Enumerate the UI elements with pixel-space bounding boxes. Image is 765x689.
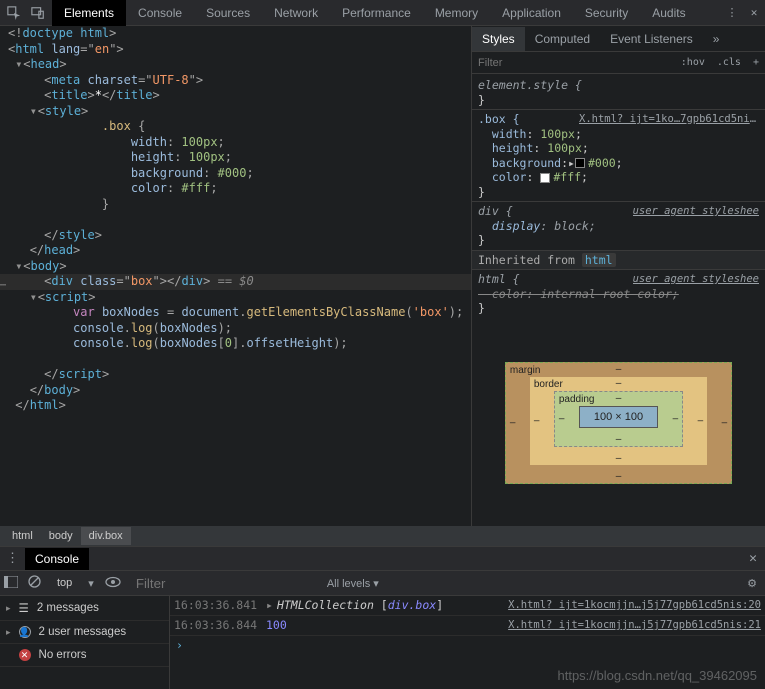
- tab-elements[interactable]: Elements: [52, 0, 126, 26]
- console-drawer-header: ⋮ Console ✕: [0, 546, 765, 570]
- drawer-tab-console[interactable]: Console: [25, 548, 89, 570]
- console-output[interactable]: 16:03:36.841 ▸HTMLCollection [div.box] X…: [170, 596, 765, 689]
- element-style-label: element.style {: [478, 78, 582, 92]
- elements-tree[interactable]: ⋯ <!doctype html> <html lang="en"> ▾<hea…: [0, 26, 471, 526]
- log-timestamp: 16:03:36.844: [174, 618, 266, 633]
- crumb-body[interactable]: body: [41, 527, 81, 545]
- context-selector[interactable]: top: [51, 577, 78, 589]
- expand-arrow-icon[interactable]: ▸: [266, 598, 273, 612]
- drawer-close-icon[interactable]: ✕: [741, 551, 765, 566]
- subtab-computed[interactable]: Computed: [525, 27, 600, 51]
- inherited-tag[interactable]: html: [582, 253, 616, 267]
- styles-sidebar: Styles Computed Event Listeners » :hov .…: [471, 26, 765, 526]
- kebab-icon[interactable]: ⋮: [721, 2, 743, 24]
- tab-network[interactable]: Network: [262, 0, 330, 26]
- sidebar-item-messages[interactable]: ▸☰2 messages: [0, 596, 169, 621]
- crumb-div[interactable]: div.box: [81, 527, 131, 545]
- sidebar-item-no-errors[interactable]: ▸✕No errors: [0, 644, 169, 667]
- tab-audits[interactable]: Audits: [640, 0, 697, 26]
- box-model-content: 100 × 100: [579, 406, 658, 428]
- color-swatch-icon[interactable]: [575, 158, 585, 168]
- chevron-right-icon: ▸: [6, 603, 11, 614]
- chevron-down-icon: ▾: [373, 578, 379, 590]
- drawer-kebab-icon[interactable]: ⋮: [0, 551, 25, 566]
- tab-memory[interactable]: Memory: [423, 0, 490, 26]
- more-tabs-icon[interactable]: »: [703, 27, 730, 51]
- chevron-right-icon: ▸: [6, 627, 11, 638]
- log-row[interactable]: 16:03:36.844 100 X.html? ijt=1kocmjjn…j5…: [170, 616, 765, 636]
- user-icon: 👤: [19, 626, 31, 638]
- selection-marker: ⋯: [0, 278, 6, 294]
- subtab-event-listeners[interactable]: Event Listeners: [600, 27, 703, 51]
- sidebar-item-user-messages[interactable]: ▸👤2 user messages: [0, 621, 169, 644]
- tab-security[interactable]: Security: [573, 0, 640, 26]
- color-swatch-icon[interactable]: [540, 173, 550, 183]
- tab-sources[interactable]: Sources: [194, 0, 262, 26]
- styles-rules[interactable]: element.style { } X.html? ijt=1ko…7gpb61…: [472, 74, 765, 320]
- log-row[interactable]: 16:03:36.841 ▸HTMLCollection [div.box] X…: [170, 596, 765, 616]
- device-toolbar-icon[interactable]: [30, 5, 46, 21]
- log-source-link[interactable]: X.html? ijt=1kocmjjn…j5j77gpb61cd5nis:21: [508, 618, 761, 633]
- console-toolbar: top ▾ All levels ▾ ⚙: [0, 570, 765, 596]
- crumb-html[interactable]: html: [4, 527, 41, 545]
- tab-performance[interactable]: Performance: [330, 0, 423, 26]
- console-sidebar: ▸☰2 messages ▸👤2 user messages ▸✕No erro…: [0, 596, 170, 689]
- inspect-element-icon[interactable]: [6, 5, 22, 21]
- devtools-top-tabs: Elements Console Sources Network Perform…: [0, 0, 765, 26]
- chevron-down-icon: ▾: [88, 577, 94, 590]
- new-rule-icon[interactable]: +: [747, 57, 765, 68]
- breadcrumb: html body div.box: [0, 526, 765, 546]
- log-levels-dropdown[interactable]: All levels ▾: [327, 577, 737, 590]
- live-expression-icon[interactable]: [104, 576, 122, 591]
- rule-source-link[interactable]: X.html? ijt=1ko…7gpb61cd5nis:: [579, 112, 759, 127]
- error-icon: ✕: [19, 649, 31, 661]
- sidebar-toggle-icon[interactable]: [4, 576, 18, 591]
- log-source-link[interactable]: X.html? ijt=1kocmjjn…j5j77gpb61cd5nis:20: [508, 598, 761, 613]
- tab-console[interactable]: Console: [126, 0, 194, 26]
- cls-toggle[interactable]: .cls: [711, 57, 747, 68]
- hov-toggle[interactable]: :hov: [675, 57, 711, 68]
- list-icon: ☰: [19, 601, 29, 615]
- box-model-diagram[interactable]: margin –––– border –––– padding –––– 100…: [472, 320, 765, 527]
- tab-application[interactable]: Application: [490, 0, 573, 26]
- clear-console-icon[interactable]: [28, 575, 41, 591]
- console-settings-icon[interactable]: ⚙: [747, 577, 761, 590]
- console-filter-input[interactable]: [132, 576, 317, 591]
- console-prompt[interactable]: ›: [170, 636, 765, 654]
- subtab-styles[interactable]: Styles: [472, 27, 525, 51]
- log-timestamp: 16:03:36.841: [174, 598, 266, 613]
- styles-filter-input[interactable]: [472, 57, 675, 69]
- close-devtools-icon[interactable]: ✕: [743, 2, 765, 24]
